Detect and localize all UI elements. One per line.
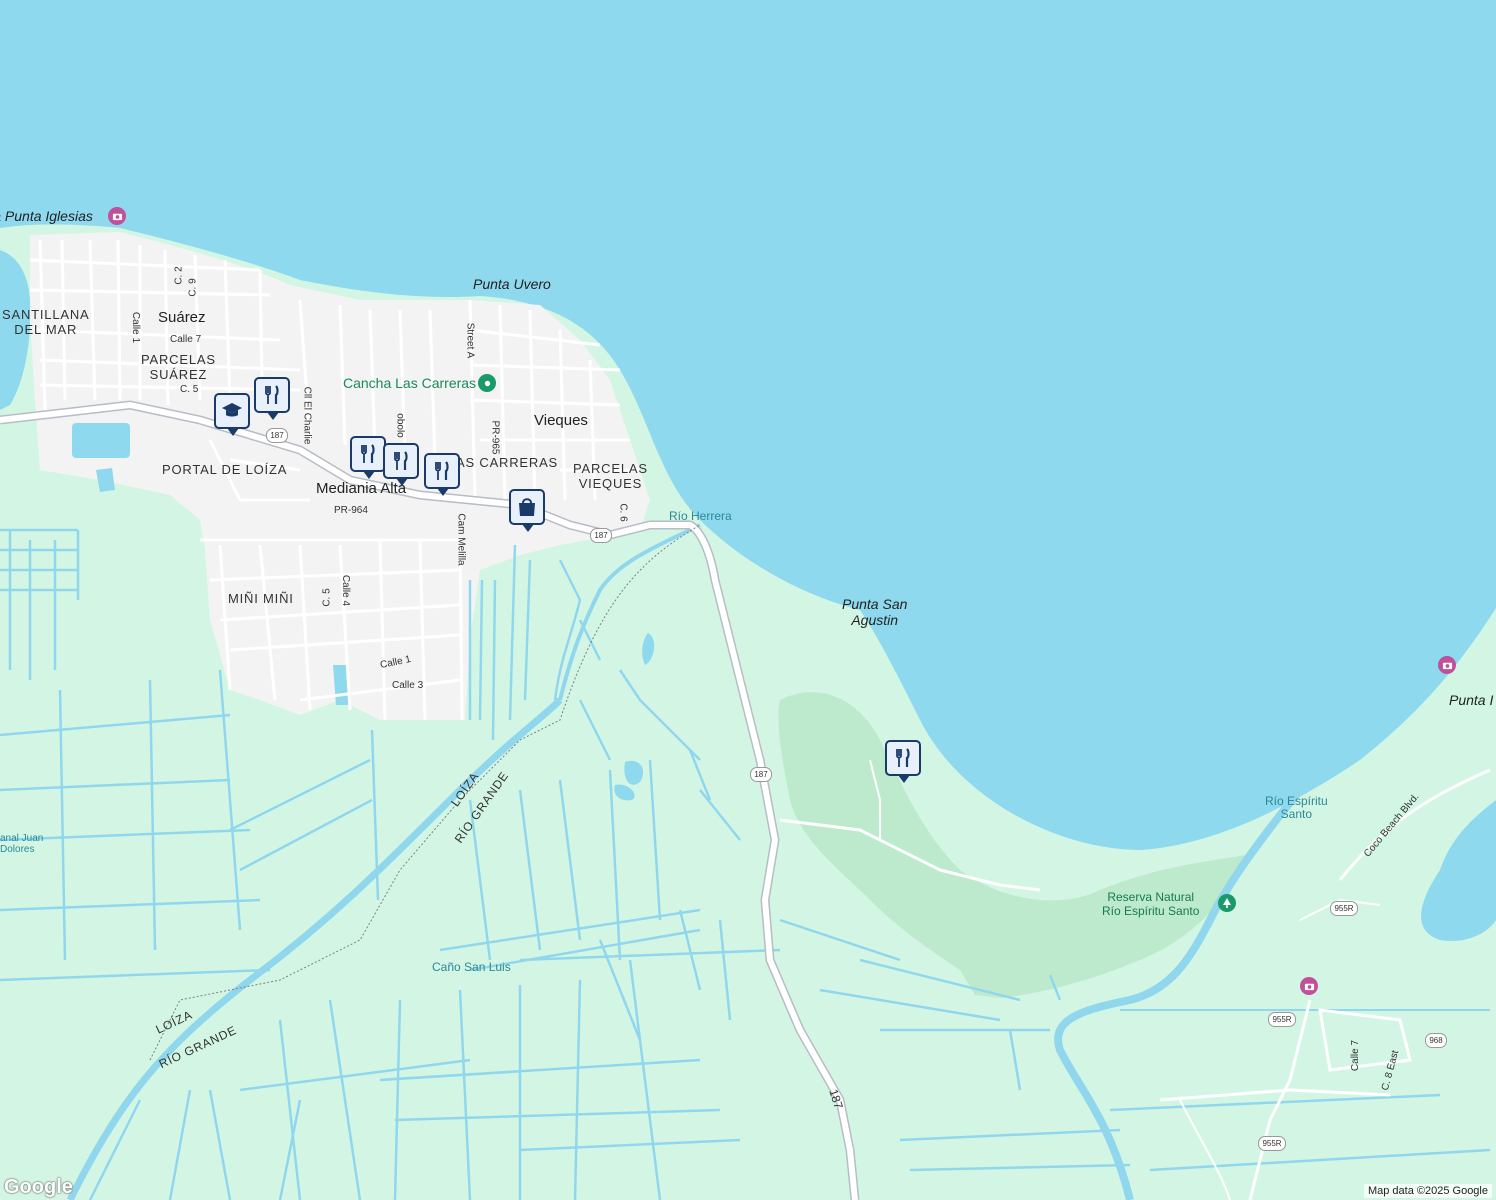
street-label: C. 6 [617,503,629,522]
restaurant-pin[interactable] [424,453,460,496]
restaurant-pin[interactable] [383,443,419,486]
street-label: Calle 3 [392,680,424,691]
suarez-label: Suárez [158,309,206,326]
shopping-bag-icon [519,498,535,516]
route-shield: 955R [1268,1012,1296,1027]
fork-knife-icon [435,461,449,480]
canal-label: anal Juan Dolores [0,833,44,855]
park-icon[interactable] [478,374,496,392]
street-label: Calle 4 [340,574,352,607]
punta-san-agustin-label: Punta San Agustin [842,596,908,628]
restaurant-pin[interactable] [254,377,290,420]
fork-knife-icon [896,748,910,767]
restaurant-pin[interactable] [885,740,921,783]
shopping-pin[interactable] [509,489,545,532]
street-label: Calle 7 [170,334,202,345]
street-label: obolo [394,413,406,438]
fork-knife-icon [361,444,375,463]
camera-icon[interactable] [1438,656,1456,674]
street-label: C. 5 [180,384,199,395]
route-shield: 187 [266,428,288,443]
rio-espiritu-label: Río Espíritu Santo [1265,794,1328,821]
school-icon [222,403,242,417]
cano-san-luis-label: Caño San Luis [432,960,511,974]
parcelas-suarez-label: PARCELAS SUÁREZ [141,352,216,382]
route-shield: 955R [1330,901,1358,916]
street-label: Cll El Charlie [301,386,313,445]
street-label: PR-965 [489,420,501,455]
street-label: C. 5 [321,588,333,607]
mediania-label: Mediania Alta [316,480,407,497]
reserva-label[interactable]: Reserva Natural Río Espíritu Santo [1102,890,1199,918]
vieques-label: Vieques [534,412,588,429]
street-label: PR-964 [334,505,368,516]
restaurant-pin[interactable] [350,436,386,479]
cancha-label[interactable]: Cancha Las Carreras [343,375,476,391]
portal-loiza-label: PORTAL DE LOÍZA [162,462,288,477]
route-shield: 968 [1425,1033,1447,1048]
punta-partial-label: Punta I [1449,692,1494,708]
santillana-label: SANTILLANA DEL MAR [2,307,90,337]
parcelas-vieques-label: PARCELAS VIEQUES [573,461,648,491]
fork-knife-icon [265,385,279,404]
punta-uvero-label: Punta Uvero [473,276,551,292]
camera-icon[interactable] [108,207,126,225]
tree-icon[interactable] [1218,894,1236,912]
route-shield: 955R [1258,1136,1286,1151]
route-shield: 187 [750,767,772,782]
fork-knife-icon [394,451,408,470]
street-label: C. 9 [187,278,199,297]
route-shield: 187 [590,528,612,543]
street-label: C. 2 [173,266,185,285]
school-pin[interactable] [214,393,250,436]
camera-icon[interactable] [1300,977,1318,995]
pond [72,423,130,458]
street-label: Cam Melilla [455,513,467,566]
rio-herrera-label: Río Herrera [669,509,732,523]
las-carreras-label: LAS CARRERAS [448,455,559,470]
mini-mini-label: MIÑI MIÑI [228,591,294,606]
playa-label: Playa Punta Iglesias [0,208,93,224]
street-label: Calle 7 [1350,1039,1362,1072]
map-attribution: Map data ©2025 Google [1363,1184,1492,1198]
google-logo[interactable]: Google [4,1176,73,1199]
street-label: Calle 1 [130,311,142,344]
street-label: Street A [464,322,476,359]
